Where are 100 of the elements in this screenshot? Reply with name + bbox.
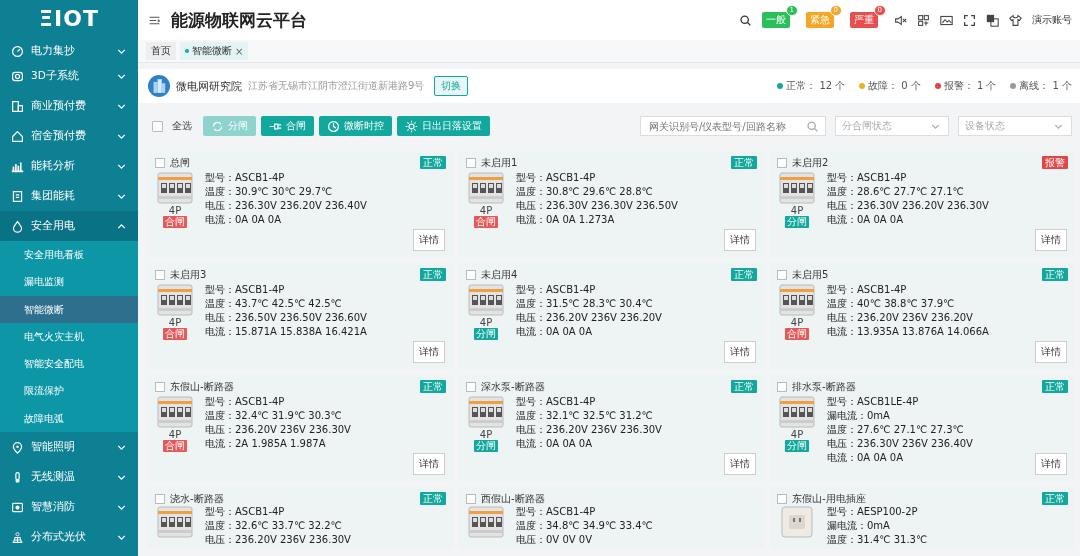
spec-line: 温度：34.8℃ 34.9℃ 33.4℃ [516,519,653,533]
search-field[interactable]: 网关识别号/仪表型号/回路名称 [640,116,826,136]
details-button[interactable]: 详情 [1035,453,1067,475]
checkbox[interactable] [466,381,476,392]
pole-label: 4P [790,205,804,216]
alert-badge[interactable]: 一般 [762,12,790,28]
stat-value: 1 个 [1052,79,1072,93]
status-badge: 正常 [420,492,446,505]
details-button[interactable]: 详情 [413,453,445,475]
action-button[interactable]: 微断时控 [319,116,392,136]
checkbox[interactable] [155,269,165,280]
spec-line: 型号：ASCB1-4P [516,505,597,519]
stat-value: 0 个 [901,79,921,93]
sidebar-item[interactable]: 智能照明 [0,432,138,463]
card-title: 排水泵-断路器 [792,379,857,394]
spec-line: 温度：31.5℃ 28.3℃ 30.4℃ [516,297,654,311]
action-button[interactable]: 日出日落设置 [397,116,490,136]
checkbox[interactable] [155,493,165,504]
sidebar-subitem[interactable]: 安全用电看板 [0,241,138,269]
card-title: 深水泵-断路器 [481,379,546,394]
search-icon [806,119,819,133]
select-all-label: 全选 [172,119,192,133]
sidebar-item[interactable]: 集团能耗 [0,181,138,211]
spec-line: 电流：0A 0A 1.273A [516,213,616,227]
checkbox[interactable] [777,269,787,280]
card-title: 东假山-断路器 [170,379,235,394]
button-icon [211,119,224,133]
spec-line: 型号：AESP100-2P [827,505,919,519]
switch-button[interactable]: 切换 [434,76,469,96]
action-button[interactable]: 合闸 [261,116,314,136]
sidebar-subitem[interactable]: 限流保护 [0,377,138,405]
spec-line: 电压：236.30V 236.20V 236.30V [827,199,989,213]
checkbox[interactable] [152,120,163,132]
shirt-icon [1009,13,1022,27]
checkbox[interactable] [466,157,476,168]
user-name[interactable]: 演示账号 [1032,13,1072,27]
pole-label: 4P [168,317,182,328]
checkbox[interactable] [777,493,787,504]
nav-icon [11,129,24,143]
checkbox[interactable] [155,157,165,168]
spec-line: 型号：ASCB1-4P [516,171,597,185]
checkbox[interactable] [777,381,787,392]
spec-line: 电流：2A 1.985A 1.987A [205,437,327,451]
nav-icon [11,99,24,113]
spec-line: 型号：ASCB1-4P [516,283,597,297]
switch-state-badge: 分闸 [785,216,809,228]
filter-select[interactable]: 设备状态 [958,116,1072,136]
sidebar-subitem[interactable]: 电气火灾主机 [0,322,138,351]
sidebar-item[interactable]: 分布式光伏 [0,522,138,553]
nav-icon [11,189,24,203]
checkbox[interactable] [155,381,165,392]
spec-line: 型号：ASCB1-4P [205,283,286,297]
card-title: 未启用3 [170,267,208,282]
sidebar-subitem[interactable]: 故障电弧 [0,404,138,433]
alert-badge[interactable]: 严重 [850,12,878,28]
spec-line: 电压：236.30V 236.20V 236.40V [205,199,367,213]
stat-label: 离线： [1019,79,1050,93]
switch-state-badge: 合闸 [163,328,187,340]
page-tab[interactable]: 智能微断 × [180,42,249,60]
checkbox[interactable] [466,269,476,280]
spec-line: 电流：0A 0A 0A [827,213,904,227]
nav-icon [11,219,24,233]
sidebar-item[interactable]: 无线测温 [0,462,138,493]
details-button[interactable]: 详情 [1035,341,1067,363]
sidebar-item[interactable]: 3D子系统 [0,61,138,91]
details-button[interactable]: 详情 [724,229,756,251]
sidebar-item[interactable]: 电力集抄 [0,36,138,61]
filter-select[interactable]: 分合闸状态 [835,116,949,136]
status-badge: 正常 [420,268,446,281]
spec-line: 温度：32.6℃ 33.7℃ 32.2℃ [205,519,343,533]
sidebar-item[interactable]: 宿舍预付费 [0,121,138,151]
details-button[interactable]: 详情 [1035,229,1067,251]
details-button[interactable]: 详情 [413,229,445,251]
sidebar-subitem[interactable]: 漏电监测 [0,268,138,296]
spec-line: 电压：236.20V 236V 236.20V [516,311,662,325]
page-tab[interactable]: 首页 [146,42,176,60]
close-icon[interactable]: × [235,45,244,57]
sidebar-subitem[interactable]: 智能安全配电 [0,350,138,378]
spec-line: 电压：236.20V 236V 236.20V [827,311,974,325]
spec-line: 电压：236.20V 236V 236.30V [516,423,662,437]
checkbox[interactable] [466,493,476,504]
card-title: 总闸 [170,155,191,170]
nav-icon [11,530,24,544]
pole-label: 4P [479,429,493,440]
details-button[interactable]: 详情 [724,453,756,475]
checkbox[interactable] [777,157,787,168]
breaker-drawing [468,395,504,429]
breaker-drawing [157,505,193,539]
details-button[interactable]: 详情 [413,341,445,363]
switch-state-badge: 分闸 [474,328,498,340]
sidebar-item[interactable]: 智慧消防 [0,492,138,523]
sidebar-item[interactable]: 安全用电 [0,211,138,241]
sidebar-subitem[interactable]: 智能微断 [0,295,138,323]
sidebar-item[interactable]: 能耗分析 [0,151,138,181]
details-button[interactable]: 详情 [724,341,756,363]
socket-drawing [779,505,815,539]
pole-label: 4P [790,317,804,328]
status-badge: 报警 [1042,156,1068,169]
sidebar-item[interactable]: 商业预付费 [0,91,138,121]
switch-state-badge: 合闸 [474,216,498,228]
